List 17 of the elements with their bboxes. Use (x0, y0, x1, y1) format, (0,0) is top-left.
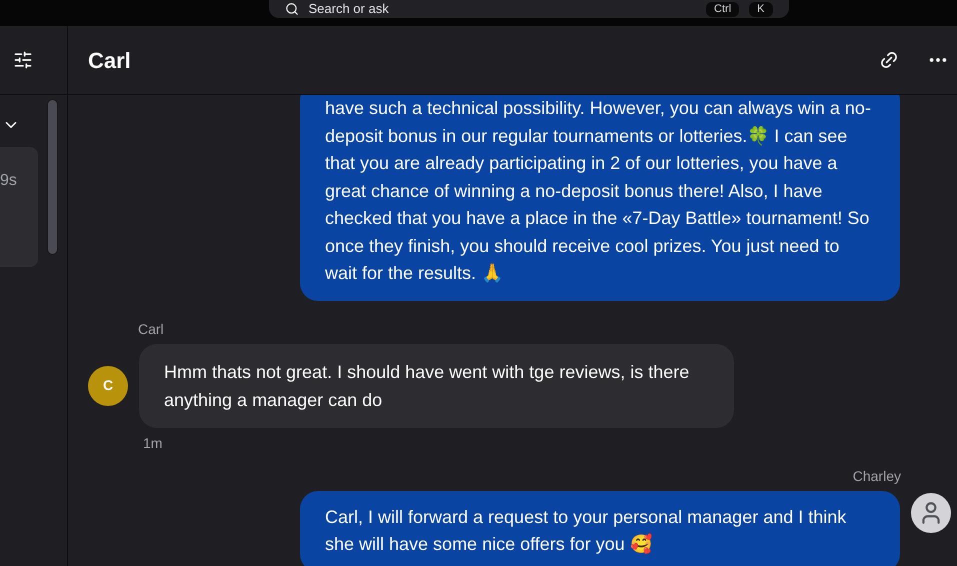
message-bubble: have such a technical possibility. However, you can always win a no-deposit bonus in our regular tournaments or lotteries.🍀 I can see that you are already participating in 2 of our lotteries, you have a great chance of winning a no-deposit bonus there! Also, I have checked that you have a place in the «7-Day Battle» tournament! So once they finish, you should receive cool prizes. You just need to wait for the results. 🙏 (300, 95, 900, 300)
filter-icon[interactable] (13, 50, 33, 70)
sender-name: Charley (852, 466, 901, 486)
message-bubble: Carl, I will forward a request to your personal manager and I think she will have some nice offers for you 🥰 (300, 490, 900, 566)
avatar-placeholder (911, 492, 951, 532)
sender-name: Carl (138, 320, 165, 338)
message-time: 1m (143, 434, 164, 452)
message-bubble: Hmm thats not great. I should have went with tge reviews, is there anything a manager can do (139, 344, 734, 428)
shortcut-key: K (749, 2, 772, 16)
shortcut-key: Ctrl (706, 2, 740, 16)
card-time: 9s (0, 172, 17, 189)
search-field[interactable]: Search or ask Ctrl K (268, 0, 788, 18)
avatar: C (88, 366, 128, 406)
scrollbar-thumb[interactable] (47, 99, 58, 255)
chat-title: Carl (88, 46, 132, 74)
search-icon (284, 2, 298, 16)
conversation-card[interactable]: 9s (0, 147, 38, 267)
